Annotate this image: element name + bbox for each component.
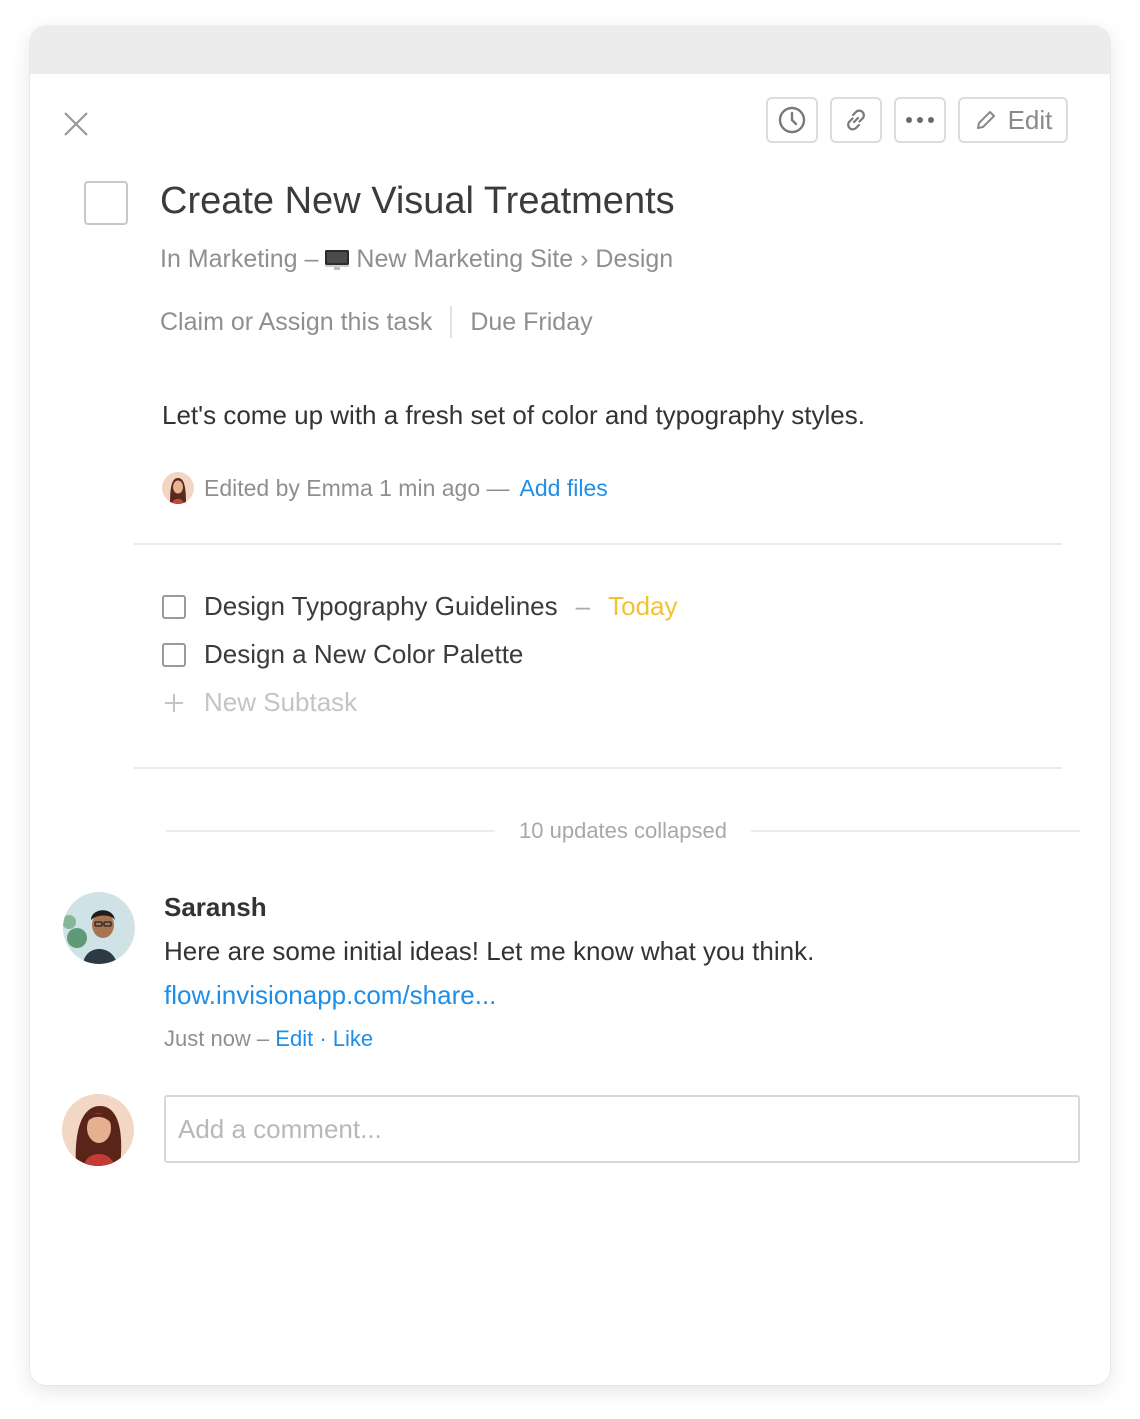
comment-edit-link[interactable]: Edit bbox=[275, 1026, 313, 1051]
meta-divider bbox=[450, 306, 453, 338]
task-toolbar: Edit bbox=[766, 97, 1068, 143]
comment-text: Here are some initial ideas! Let me know… bbox=[164, 936, 815, 966]
saransh-avatar[interactable] bbox=[63, 892, 135, 964]
edited-info: Edited by Emma 1 min ago — Add files bbox=[162, 472, 608, 504]
subtask-title[interactable]: Design Typography Guidelines bbox=[204, 591, 558, 622]
comment-time: Just now – bbox=[164, 1026, 270, 1051]
project-prefix: In Marketing – bbox=[160, 245, 319, 273]
emma-avatar-small bbox=[162, 472, 194, 504]
task-title[interactable]: Create New Visual Treatments bbox=[160, 180, 675, 223]
collapsed-rule-left bbox=[166, 830, 496, 832]
comment-input[interactable] bbox=[164, 1095, 1080, 1163]
project-name-link[interactable]: New Marketing Site › Design bbox=[356, 245, 673, 274]
subtask-row: Design Typography Guidelines – Today bbox=[162, 591, 678, 622]
link-icon bbox=[847, 109, 865, 131]
subtask-checkbox[interactable] bbox=[162, 642, 186, 667]
task-description[interactable]: Let's come up with a fresh set of color … bbox=[162, 400, 865, 431]
new-subtask-label: New Subtask bbox=[204, 687, 358, 717]
subtask-row: Design a New Color Palette bbox=[162, 639, 523, 670]
divider bbox=[134, 543, 1062, 545]
expand-updates-link[interactable]: 10 updates collapsed bbox=[495, 818, 751, 844]
divider bbox=[134, 767, 1062, 769]
current-user-avatar bbox=[62, 1094, 134, 1166]
monitor-icon bbox=[324, 249, 350, 271]
comment-meta-dot: · bbox=[319, 1026, 327, 1051]
more-dots-icon bbox=[906, 117, 934, 123]
edited-by-text: Edited by Emma 1 min ago — bbox=[204, 474, 510, 501]
clock-icon bbox=[778, 106, 806, 134]
close-icon[interactable] bbox=[60, 108, 92, 140]
subtask-checkbox[interactable] bbox=[162, 594, 186, 619]
subtask-title[interactable]: Design a New Color Palette bbox=[204, 639, 523, 670]
collapsed-rule-right bbox=[750, 830, 1080, 832]
task-project-breadcrumb: In Marketing – New Marketing Site › Desi… bbox=[160, 245, 673, 274]
subtask-separator: – bbox=[575, 591, 591, 621]
plus-icon bbox=[162, 691, 186, 715]
more-actions-button[interactable] bbox=[894, 97, 946, 143]
collapsed-updates: 10 updates collapsed bbox=[166, 818, 1080, 844]
assign-task-link[interactable]: Claim or Assign this task bbox=[160, 308, 432, 337]
new-subtask-button[interactable]: New Subtask bbox=[162, 687, 357, 718]
edit-button-label: Edit bbox=[1007, 104, 1053, 135]
pencil-icon bbox=[976, 111, 995, 129]
task-complete-checkbox[interactable] bbox=[84, 181, 128, 225]
edit-button[interactable]: Edit bbox=[958, 97, 1068, 143]
copy-link-button[interactable] bbox=[830, 97, 882, 143]
history-button[interactable] bbox=[766, 97, 818, 143]
comment-meta: Just now – Edit · Like bbox=[164, 1026, 373, 1052]
comment-attachment-link[interactable]: flow.invisionapp.com/share... bbox=[164, 980, 496, 1011]
task-meta: Claim or Assign this task Due Friday bbox=[160, 306, 593, 338]
comment-like-link[interactable]: Like bbox=[333, 1026, 373, 1051]
comment-author[interactable]: Saransh bbox=[164, 892, 267, 923]
window-titlebar bbox=[30, 26, 1110, 74]
due-date-link[interactable]: Due Friday bbox=[470, 308, 592, 337]
subtask-due-today[interactable]: Today bbox=[608, 591, 677, 622]
add-files-link[interactable]: Add files bbox=[520, 475, 608, 502]
task-detail-pane: Edit Create New Visual Treatments In Mar… bbox=[30, 26, 1110, 1385]
